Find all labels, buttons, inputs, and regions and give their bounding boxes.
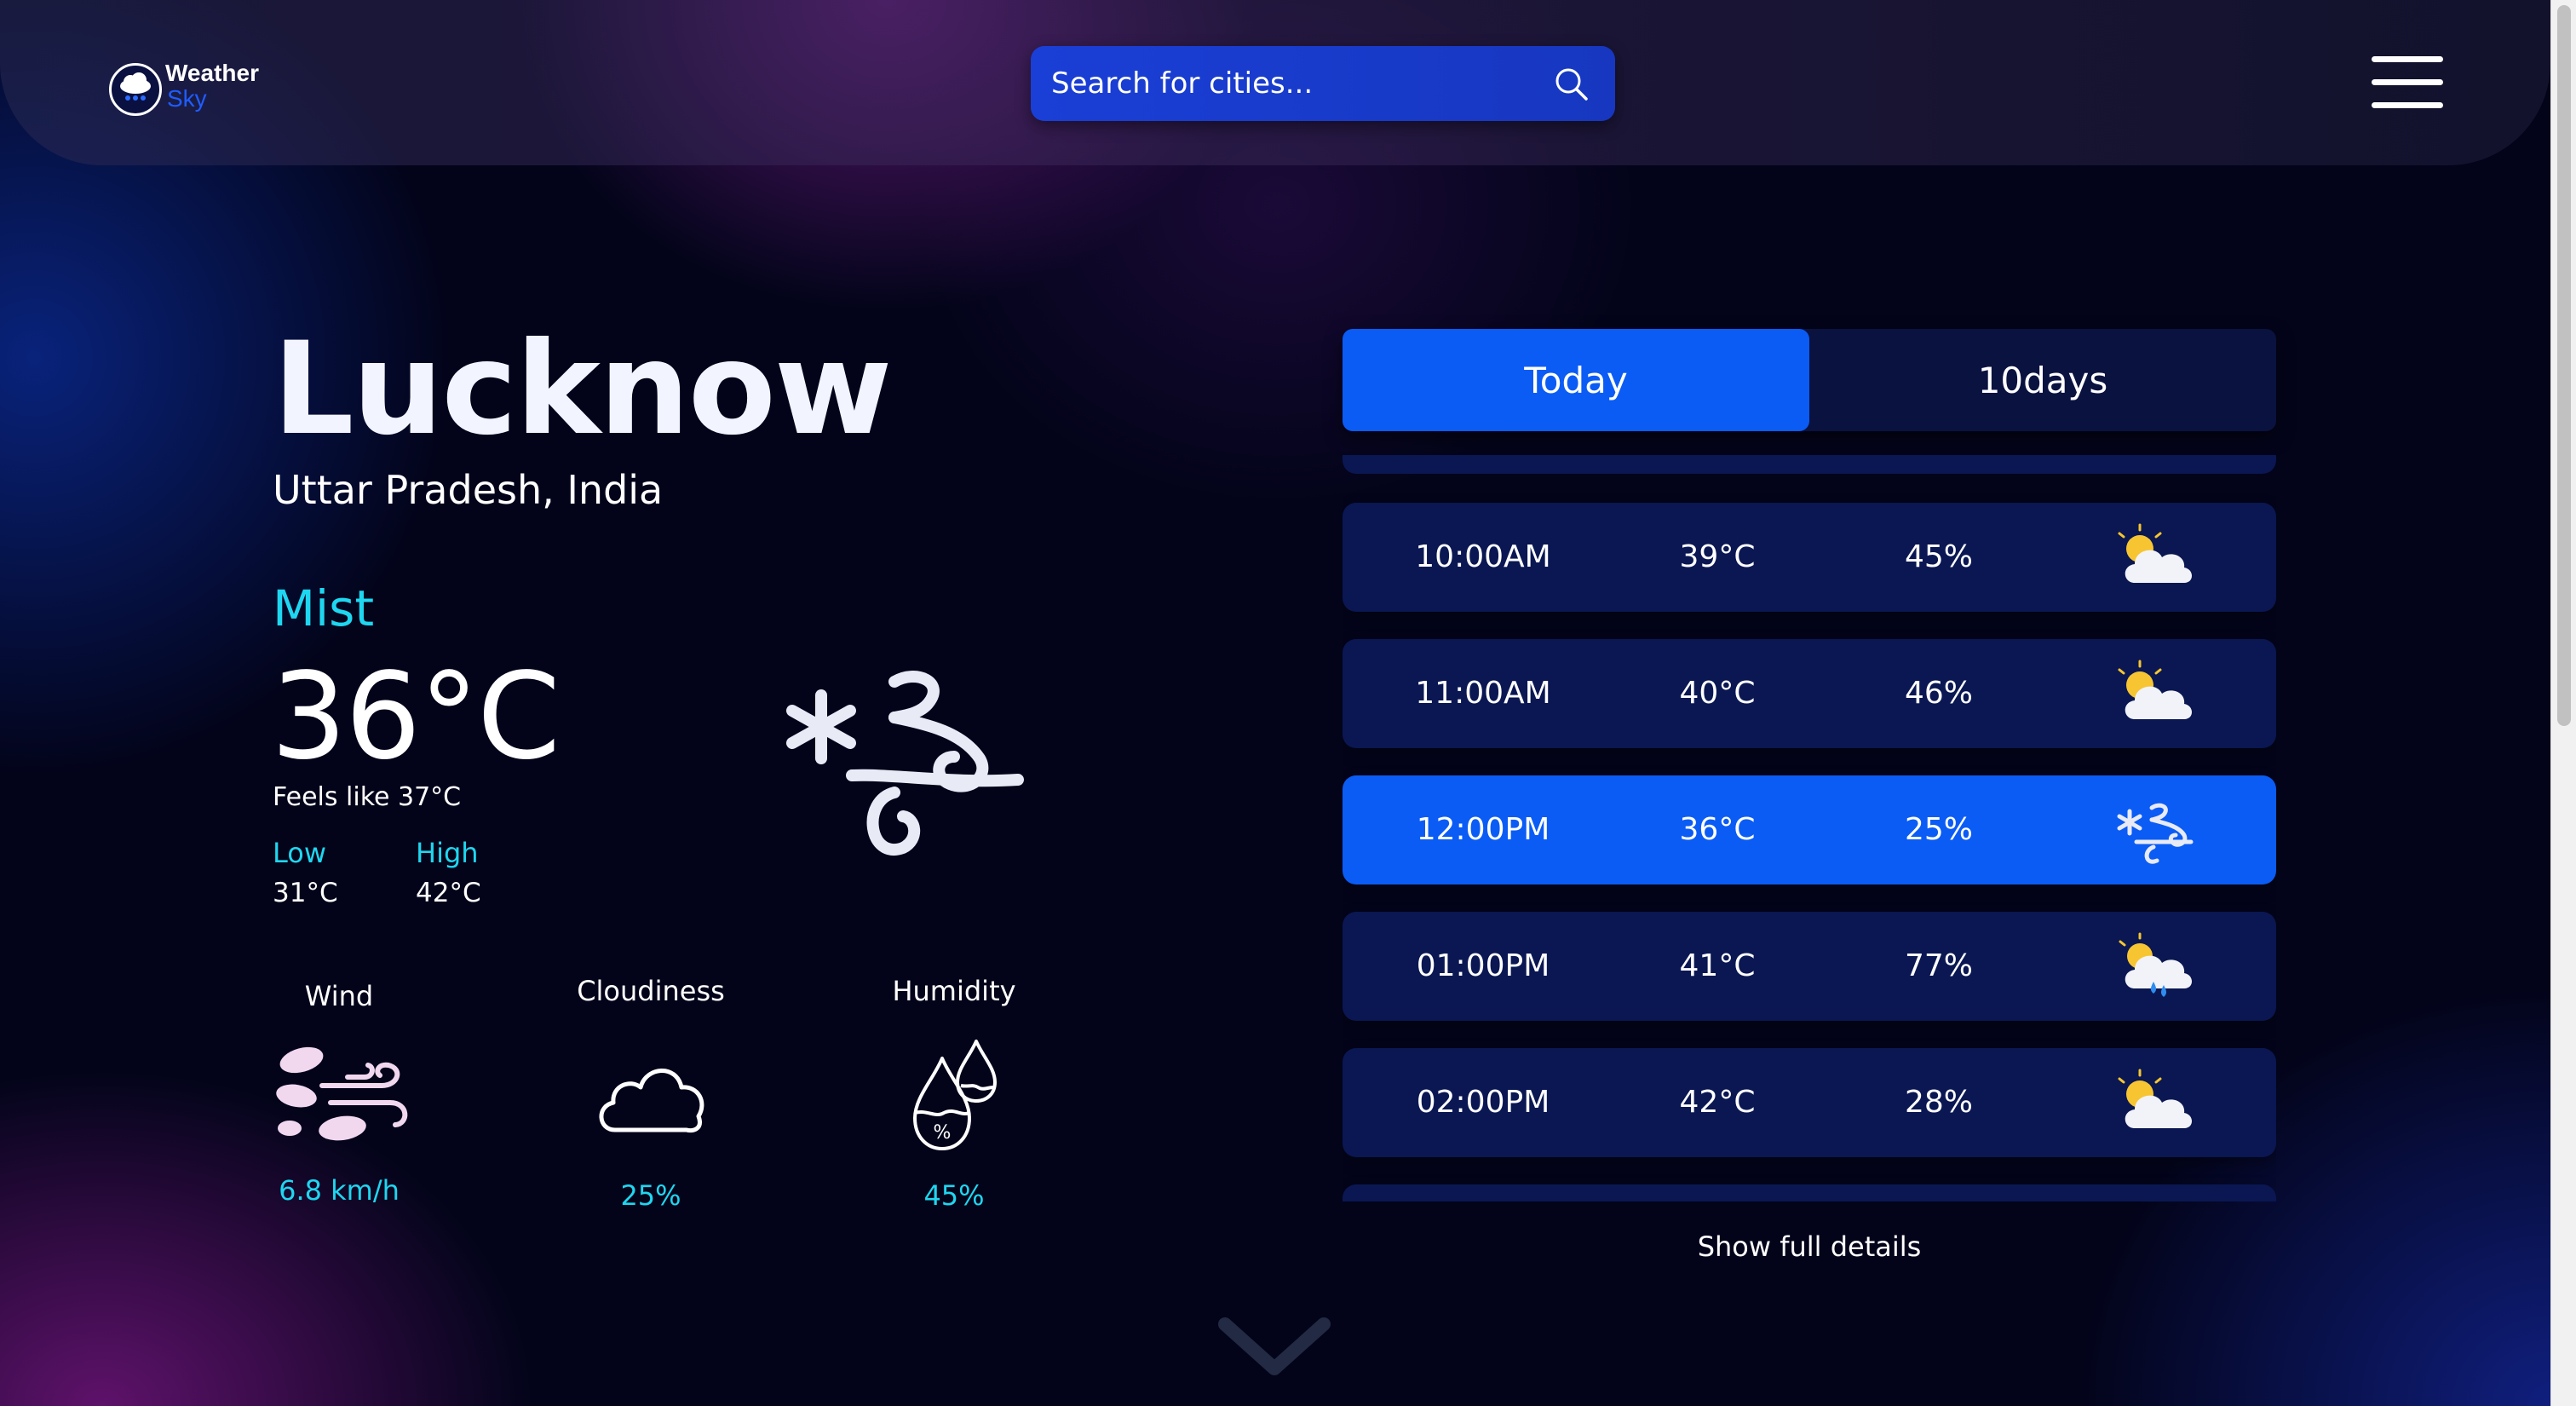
hourly-row[interactable]: 02:00PM 42°C 28% [1343, 1048, 2276, 1157]
tab-10days[interactable]: 10days [1809, 329, 2276, 431]
mist-wind-icon [767, 665, 1039, 886]
hourly-row[interactable]: 10:00AM 39°C 45% [1343, 503, 2276, 612]
hour-humidity: 25% [1904, 812, 1973, 847]
brand-subtitle: Sky [167, 85, 207, 112]
tab-today[interactable]: Today [1343, 329, 1809, 431]
top-header: Weather Sky [0, 0, 2550, 165]
low-label: Low [273, 837, 327, 869]
menu-button[interactable] [2372, 56, 2443, 109]
hourly-forecast-list[interactable]: 10:00AM 39°C 45% 11:00AM 40°C 46% 12:00P… [1343, 455, 2276, 1201]
hourly-row-partial [1343, 1184, 2276, 1201]
hour-humidity: 45% [1904, 539, 1973, 574]
hourly-row[interactable]: 11:00AM 40°C 46% [1343, 639, 2276, 748]
city-name: Lucknow [273, 315, 892, 464]
hour-humidity: 77% [1904, 948, 1973, 983]
hamburger-icon [2372, 56, 2443, 62]
region-name: Uttar Pradesh, India [273, 467, 664, 513]
weather-logo-icon [109, 63, 162, 116]
hour-time: 10:00AM [1415, 539, 1551, 574]
brand-title: Weather [165, 60, 259, 86]
hamburger-icon-bar [2372, 102, 2443, 108]
wind-label: Wind [304, 980, 374, 1012]
forecast-tabs: Today 10days [1343, 329, 2276, 431]
partly-cloudy-icon [2109, 523, 2203, 591]
wind-icon [271, 1043, 411, 1152]
cloudiness-label: Cloudiness [577, 975, 725, 1007]
cloud-icon [593, 1053, 709, 1142]
mist-wind-icon [2109, 796, 2203, 864]
scroll-down-chevron-icon[interactable] [1216, 1312, 1332, 1380]
search-icon [1555, 68, 1588, 101]
partly-cloudy-icon [2109, 1069, 2203, 1137]
hour-time: 12:00PM [1416, 812, 1550, 847]
hour-temp: 42°C [1679, 1085, 1756, 1120]
humidity-drops-icon: % [910, 1038, 1003, 1157]
hour-time: 01:00PM [1416, 948, 1550, 983]
hour-temp: 41°C [1679, 948, 1756, 983]
hour-humidity: 28% [1904, 1085, 1973, 1120]
high-value: 42°C [416, 878, 481, 908]
humidity-value: 45% [923, 1179, 985, 1212]
current-temperature: 36°C [271, 648, 561, 787]
wind-value: 6.8 km/h [279, 1174, 400, 1207]
hour-temp: 40°C [1679, 676, 1756, 711]
svg-text:%: % [934, 1122, 952, 1144]
page-scrollbar[interactable] [2550, 0, 2576, 1406]
partly-cloudy-rain-icon [2109, 932, 2203, 1000]
high-label: High [416, 837, 479, 869]
weather-condition: Mist [273, 579, 375, 637]
search-bar [1031, 46, 1615, 121]
show-full-details-link[interactable]: Show full details [1598, 1230, 2021, 1263]
app-logo[interactable]: Weather Sky [109, 60, 288, 119]
hour-temp: 39°C [1679, 539, 1756, 574]
hour-time: 11:00AM [1415, 676, 1551, 711]
humidity-label: Humidity [892, 975, 1016, 1007]
cloudiness-value: 25% [620, 1179, 681, 1212]
hourly-row[interactable]: 01:00PM 41°C 77% [1343, 912, 2276, 1021]
low-value: 31°C [273, 878, 338, 908]
search-button[interactable] [1550, 63, 1593, 106]
hourly-row-selected[interactable]: 12:00PM 36°C 25% [1343, 775, 2276, 885]
search-input[interactable] [1051, 56, 1528, 111]
hour-humidity: 46% [1904, 676, 1973, 711]
hamburger-icon-bar [2372, 79, 2443, 85]
feels-like: Feels like 37°C [273, 782, 462, 812]
partly-cloudy-icon [2109, 660, 2203, 728]
scrollbar-thumb[interactable] [2557, 5, 2571, 726]
hour-temp: 36°C [1679, 812, 1756, 847]
hour-time: 02:00PM [1416, 1085, 1550, 1120]
